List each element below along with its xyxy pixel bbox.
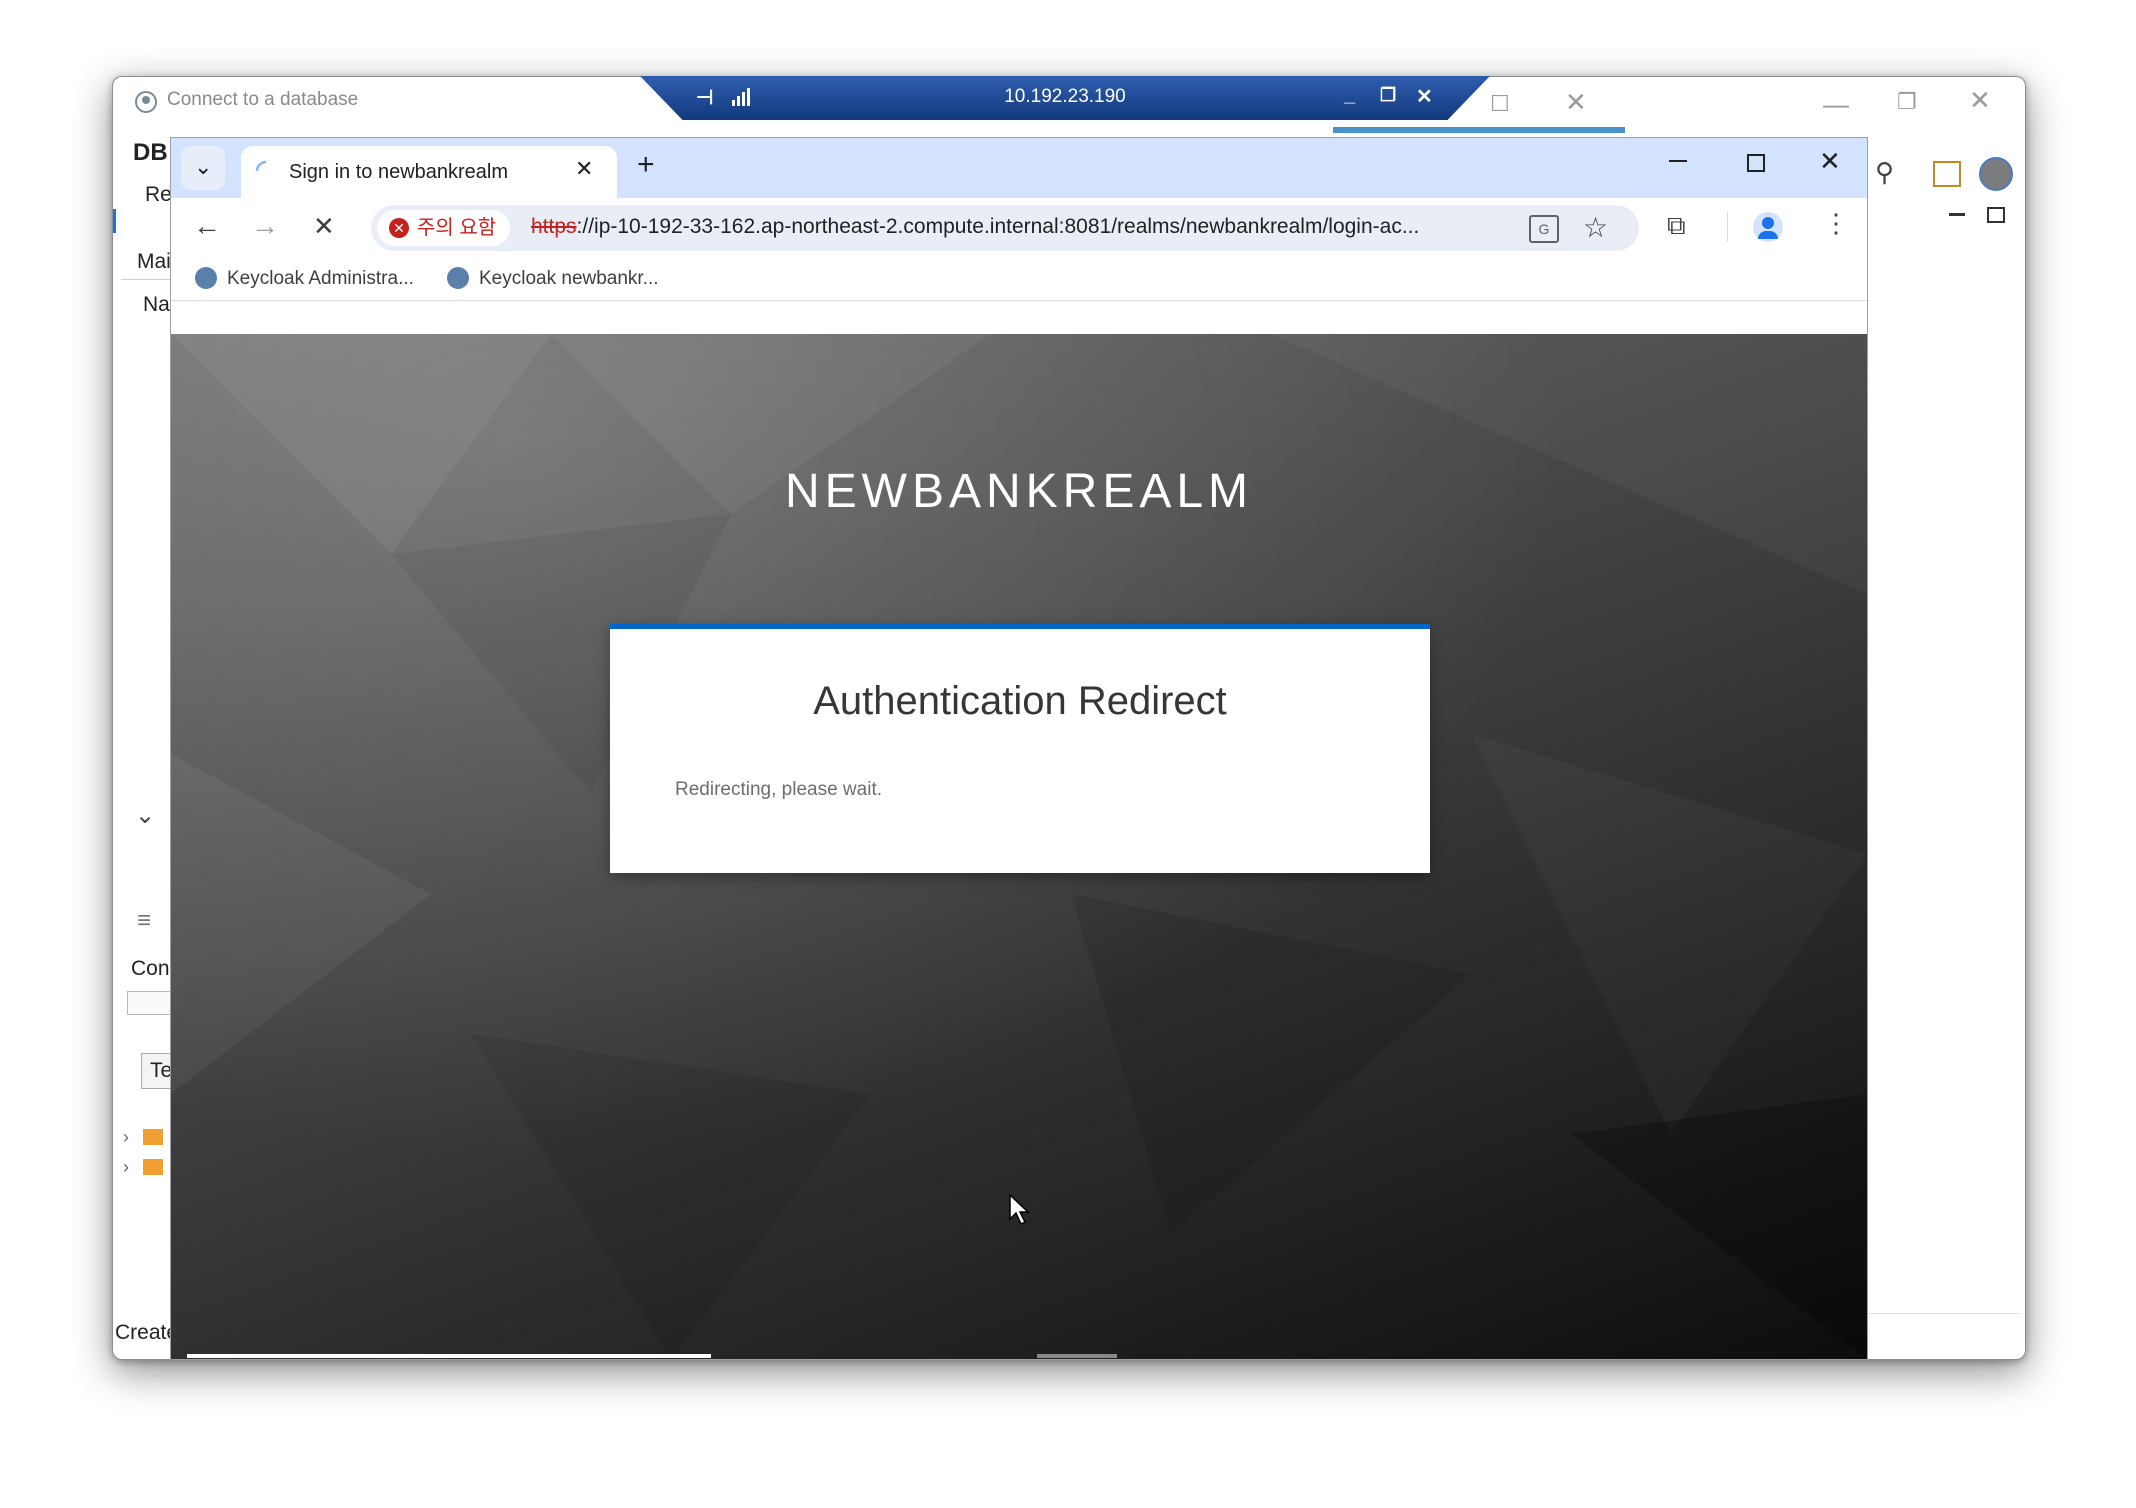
login-card: Authentication Redirect Redirecting, ple… — [610, 624, 1430, 873]
divider — [1727, 212, 1728, 242]
perspective-icon[interactable] — [1933, 161, 1961, 187]
rdp-minimize-button[interactable]: _ — [1344, 84, 1355, 107]
outer-close-button[interactable]: ✕ — [1969, 87, 1991, 113]
outer-minimize-button[interactable]: — — [1823, 91, 1849, 117]
expand-arrow-icon[interactable]: › — [123, 1157, 129, 1178]
keycloak-favicon-icon — [195, 267, 217, 289]
outer-window-title: Connect to a database — [167, 89, 359, 110]
loading-spinner-icon — [255, 160, 267, 172]
left-label-db: DB — [133, 139, 168, 166]
rdp-close-button[interactable]: ✕ — [1416, 84, 1433, 109]
realm-title: NEWBANKREALM — [784, 465, 1254, 518]
card-title: Authentication Redirect — [813, 679, 1227, 723]
url-text[interactable]: https://ip-10-192-33-162.ap-northeast-2.… — [531, 215, 1511, 239]
divider — [1869, 1313, 2019, 1314]
profile-body — [1758, 231, 1778, 239]
left-label-re: Re — [145, 183, 172, 206]
more-menu-icon[interactable]: ⋮ — [1823, 208, 1849, 239]
extensions-puzzle-icon[interactable]: ⧉ — [1667, 210, 1686, 242]
tab-title: Sign in to newbankrealm — [289, 161, 509, 183]
remote-desktop-bar: ⊣ 10.192.23.190 _ ❐ ✕ — [640, 76, 1490, 120]
folder-icon — [143, 1159, 163, 1175]
stop-loading-icon[interactable]: ✕ — [313, 211, 335, 242]
bookmark-keycloak-admin[interactable]: Keycloak Administra... — [227, 268, 414, 290]
left-label-create[interactable]: Create — [115, 1321, 178, 1345]
avatar-icon[interactable] — [1979, 157, 2013, 191]
new-tab-button[interactable]: + — [637, 148, 655, 182]
left-label-na: Na — [143, 293, 170, 316]
panel-minimize-icon[interactable] — [1949, 213, 1965, 216]
background-tab-indicator — [1333, 127, 1625, 133]
rdp-restore-button[interactable]: ❐ — [1380, 85, 1396, 106]
keycloak-favicon-icon — [447, 267, 469, 289]
background-maximize-button[interactable]: ☐ — [1490, 91, 1510, 117]
not-secure-icon: ✕ — [389, 218, 409, 238]
minimize-button[interactable] — [1669, 160, 1687, 162]
bookmark-star-icon[interactable]: ☆ — [1583, 211, 1608, 244]
close-tab-icon[interactable]: ✕ — [575, 156, 593, 182]
page-scroll-indicator — [187, 1354, 711, 1358]
connection-input[interactable] — [127, 991, 175, 1015]
tab-active[interactable]: Sign in to newbankrealm ✕ — [241, 146, 617, 198]
outer-restore-button[interactable]: ❐ — [1897, 89, 1917, 115]
address-bar[interactable]: ✕ 주의 요함 https://ip-10-192-33-162.ap-nort… — [371, 205, 1639, 251]
chevron-down-icon[interactable]: ⌄ — [135, 801, 155, 830]
app-icon — [135, 91, 157, 113]
expand-arrow-icon[interactable]: › — [123, 1127, 129, 1148]
remote-host-ip: 10.192.23.190 — [1004, 86, 1126, 107]
left-label-con: Con — [131, 957, 170, 980]
security-status-chip[interactable]: ✕ 주의 요함 — [377, 210, 511, 246]
add-filter-icon[interactable]: ≡ — [137, 907, 151, 935]
scroll-thumb[interactable] — [1037, 1354, 1117, 1358]
close-window-button[interactable]: ✕ — [1819, 146, 1841, 177]
panel-maximize-icon[interactable] — [1987, 207, 2005, 223]
url-path: ://ip-10-192-33-162.ap-northeast-2.compu… — [576, 215, 1420, 238]
bookmarks-bar: Keycloak Administra... Keycloak newbankr… — [171, 258, 1867, 301]
profile-avatar-icon[interactable] — [1753, 212, 1783, 242]
url-scheme: https — [531, 215, 577, 238]
folder-icon — [143, 1129, 163, 1145]
translate-icon[interactable]: G — [1529, 215, 1559, 243]
maximize-button[interactable] — [1747, 154, 1765, 172]
mouse-cursor-icon — [1009, 1194, 1030, 1226]
chevron-down-icon: ⌄ — [194, 154, 213, 179]
bookmark-keycloak-newbankrealm[interactable]: Keycloak newbankr... — [479, 268, 659, 290]
test-button-label: Te — [150, 1059, 173, 1082]
left-accent-bar — [113, 209, 116, 233]
not-secure-label: 주의 요함 — [417, 217, 497, 239]
login-page: NEWBANKREALM Authentication Redirect Red… — [171, 334, 1867, 1359]
browser-window: ⌄ Sign in to newbankrealm ✕ + ✕ ← → ✕ ✕ … — [170, 137, 1868, 1360]
profile-head — [1762, 217, 1774, 229]
search-icon[interactable]: ⚲ — [1875, 157, 1894, 188]
left-label-main[interactable]: Mai — [137, 250, 171, 274]
back-arrow-icon[interactable]: ← — [193, 210, 221, 242]
browser-toolbar: ← → ✕ ✕ 주의 요함 https://ip-10-192-33-162.a… — [171, 198, 1867, 258]
tab-strip: ⌄ Sign in to newbankrealm ✕ + ✕ — [171, 138, 1867, 198]
background-close-button[interactable]: ✕ — [1565, 89, 1587, 115]
tab-search-button[interactable]: ⌄ — [181, 146, 225, 190]
redirect-message: Redirecting, please wait. — [675, 779, 882, 800]
divider — [121, 279, 171, 280]
forward-arrow-icon[interactable]: → — [251, 210, 279, 242]
